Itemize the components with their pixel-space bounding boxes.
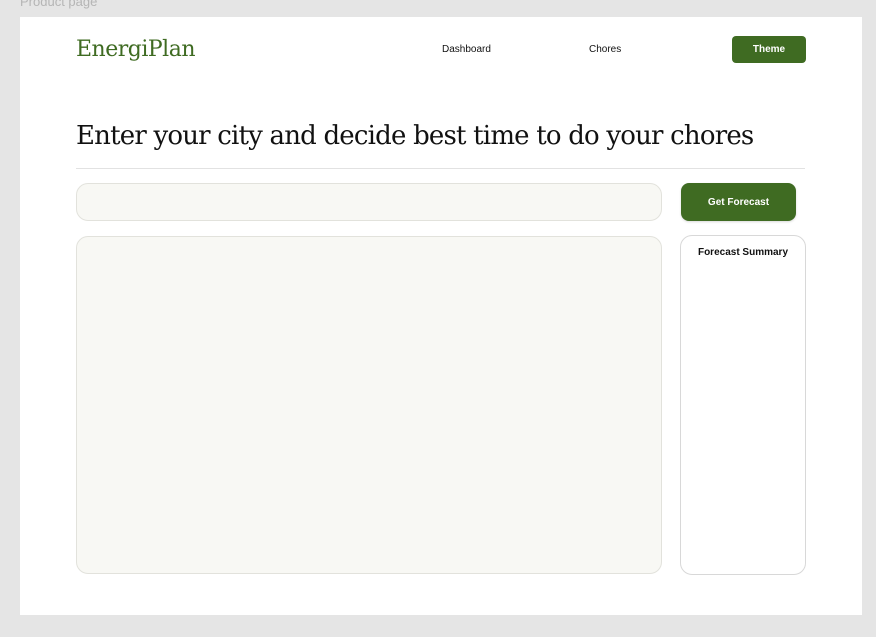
city-input[interactable] <box>76 183 662 221</box>
nav-chores-link[interactable]: Chores <box>589 44 621 55</box>
forecast-summary-panel: Forecast Summary <box>680 235 806 575</box>
page-title: Enter your city and decide best time to … <box>76 121 754 151</box>
forecast-content-panel <box>76 236 662 574</box>
frame-label: Product page <box>20 0 98 9</box>
nav-dashboard-link[interactable]: Dashboard <box>442 44 491 55</box>
get-forecast-button[interactable]: Get Forecast <box>681 183 796 221</box>
forecast-summary-title: Forecast Summary <box>697 247 789 258</box>
logo[interactable]: EnergiPlan <box>76 37 196 62</box>
theme-button[interactable]: Theme <box>732 36 806 63</box>
product-page: EnergiPlan Dashboard Chores Theme Enter … <box>20 17 862 615</box>
title-divider <box>76 168 805 169</box>
